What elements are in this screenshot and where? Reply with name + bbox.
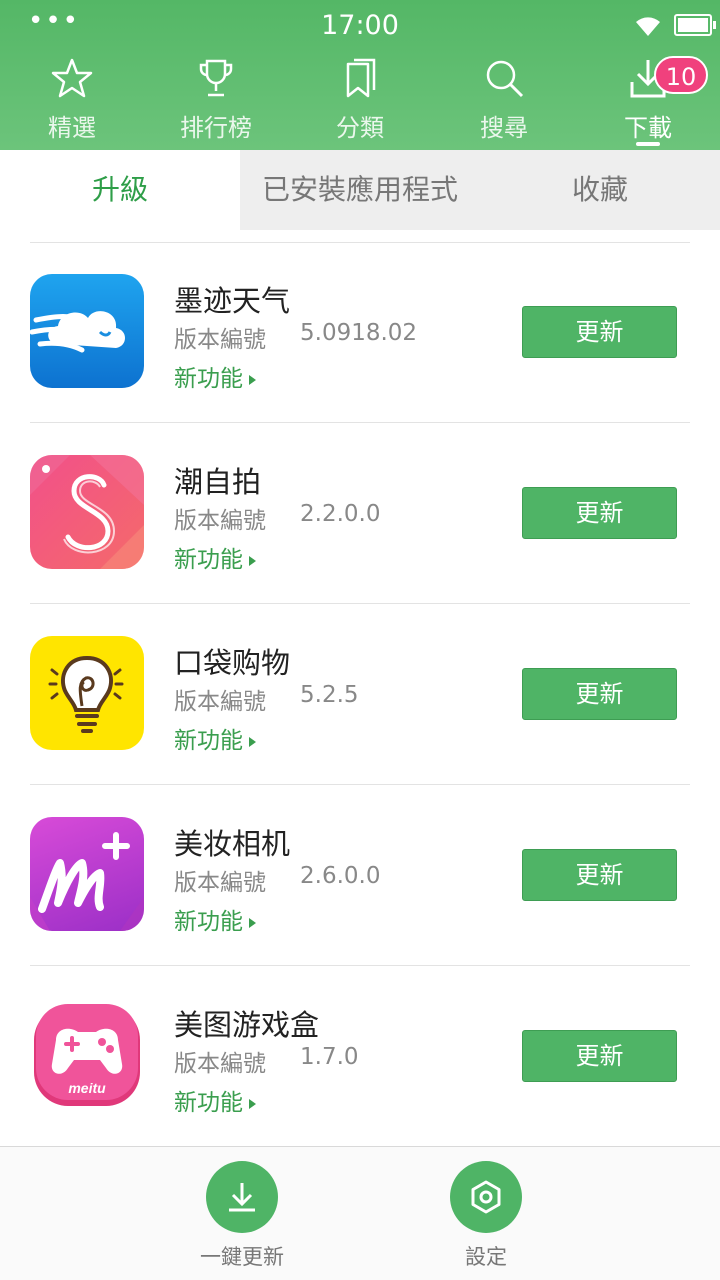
tab-search-label: 搜尋 bbox=[480, 114, 528, 142]
download-count-badge: 10 bbox=[654, 56, 708, 94]
tab-search[interactable]: 搜尋 bbox=[432, 52, 576, 150]
caret-right-icon bbox=[249, 917, 256, 928]
list-item[interactable]: 口袋购物 版本編號 5.2.5 新功能 更新 bbox=[0, 604, 720, 784]
update-button[interactable]: 更新 bbox=[522, 849, 677, 901]
tab-featured-label: 精選 bbox=[48, 114, 96, 142]
whats-new-label: 新功能 bbox=[174, 728, 243, 754]
tab-downloads-label: 下載 bbox=[624, 114, 672, 142]
whats-new-link[interactable]: 新功能 bbox=[174, 359, 256, 393]
battery-icon bbox=[674, 14, 716, 36]
status-time: 17:00 bbox=[321, 10, 399, 41]
version-label: 版本編號 bbox=[174, 870, 266, 896]
version-value: 5.0918.02 bbox=[300, 320, 418, 346]
icon-brand-text: meitu bbox=[68, 1080, 106, 1096]
update-button[interactable]: 更新 bbox=[522, 306, 677, 358]
list-item[interactable]: 潮自拍 版本編號 2.2.0.0 新功能 更新 bbox=[0, 423, 720, 603]
tab-categories-label: 分類 bbox=[336, 114, 384, 142]
update-button[interactable]: 更新 bbox=[522, 487, 677, 539]
segment-upgrade[interactable]: 升級 bbox=[0, 150, 240, 230]
tab-featured[interactable]: 精選 bbox=[0, 52, 144, 150]
version-label: 版本編號 bbox=[174, 689, 266, 715]
gear-icon bbox=[471, 1180, 501, 1214]
weather-cloud-icon bbox=[30, 274, 144, 388]
version-label: 版本編號 bbox=[174, 1051, 266, 1077]
caret-right-icon bbox=[249, 555, 256, 566]
bottom-action-bar: 一鍵更新 設定 bbox=[0, 1146, 720, 1280]
settings-button[interactable]: 設定 bbox=[426, 1159, 546, 1279]
whats-new-label: 新功能 bbox=[174, 909, 243, 935]
selfie-s-icon bbox=[30, 455, 144, 569]
caret-right-icon bbox=[249, 374, 256, 385]
version-value: 2.2.0.0 bbox=[300, 501, 381, 527]
main-nav: 精選 排行榜 分類 搜尋 下載 bbox=[0, 52, 720, 150]
whats-new-label: 新功能 bbox=[174, 547, 243, 573]
lightbulb-icon bbox=[30, 636, 144, 750]
update-all-circle bbox=[206, 1161, 278, 1233]
version-value: 5.2.5 bbox=[300, 682, 359, 708]
whats-new-label: 新功能 bbox=[174, 366, 243, 392]
tab-ranking[interactable]: 排行榜 bbox=[144, 52, 288, 150]
tab-categories[interactable]: 分類 bbox=[288, 52, 432, 150]
app-header: ••• 17:00 精選 排行榜 分類 搜尋 下載 10 bbox=[0, 0, 720, 150]
status-bar: ••• 17:00 bbox=[0, 0, 720, 52]
caret-right-icon bbox=[249, 1098, 256, 1109]
version-label: 版本編號 bbox=[174, 508, 266, 534]
app-name: 美图游戏盒 bbox=[174, 1008, 320, 1042]
search-icon bbox=[486, 60, 524, 98]
update-button[interactable]: 更新 bbox=[522, 668, 677, 720]
tab-ranking-label: 排行榜 bbox=[180, 114, 252, 142]
whats-new-link[interactable]: 新功能 bbox=[174, 721, 256, 755]
version-value: 1.7.0 bbox=[300, 1044, 359, 1070]
star-icon bbox=[51, 58, 93, 98]
version-label: 版本編號 bbox=[174, 327, 266, 353]
trophy-icon bbox=[199, 59, 233, 97]
wifi-icon bbox=[636, 17, 660, 36]
list-item[interactable]: 美妆相机 版本編號 2.6.0.0 新功能 更新 bbox=[0, 785, 720, 965]
gamepad-icon: meitu bbox=[30, 998, 144, 1112]
app-name: 美妆相机 bbox=[174, 827, 291, 861]
app-name: 口袋购物 bbox=[174, 646, 291, 680]
whats-new-link[interactable]: 新功能 bbox=[174, 902, 256, 936]
segment-installed[interactable]: 已安裝應用程式 bbox=[240, 150, 480, 230]
whats-new-label: 新功能 bbox=[174, 1090, 243, 1116]
whats-new-link[interactable]: 新功能 bbox=[174, 1083, 256, 1117]
update-all-button[interactable]: 一鍵更新 bbox=[182, 1159, 302, 1279]
update-button[interactable]: 更新 bbox=[522, 1030, 677, 1082]
version-value: 2.6.0.0 bbox=[300, 863, 381, 889]
settings-circle bbox=[450, 1161, 522, 1233]
list-item[interactable]: 墨迹天气 版本編號 5.0918.02 新功能 更新 bbox=[0, 242, 720, 422]
makeup-m-icon bbox=[30, 817, 144, 931]
app-name: 墨迹天气 bbox=[174, 284, 291, 318]
segment-tabs: 升級 已安裝應用程式 收藏 bbox=[0, 150, 720, 230]
caret-right-icon bbox=[249, 736, 256, 747]
update-all-label: 一鍵更新 bbox=[200, 1245, 284, 1269]
app-name: 潮自拍 bbox=[174, 465, 262, 499]
download-icon bbox=[229, 1183, 255, 1212]
active-tab-indicator bbox=[636, 142, 660, 146]
segment-favorites[interactable]: 收藏 bbox=[480, 150, 720, 230]
whats-new-link[interactable]: 新功能 bbox=[174, 540, 256, 574]
list-item[interactable]: meitu 美图游戏盒 版本編號 1.7.0 新功能 更新 bbox=[0, 966, 720, 1146]
bookmark-icon bbox=[346, 58, 376, 98]
settings-label: 設定 bbox=[465, 1245, 507, 1269]
